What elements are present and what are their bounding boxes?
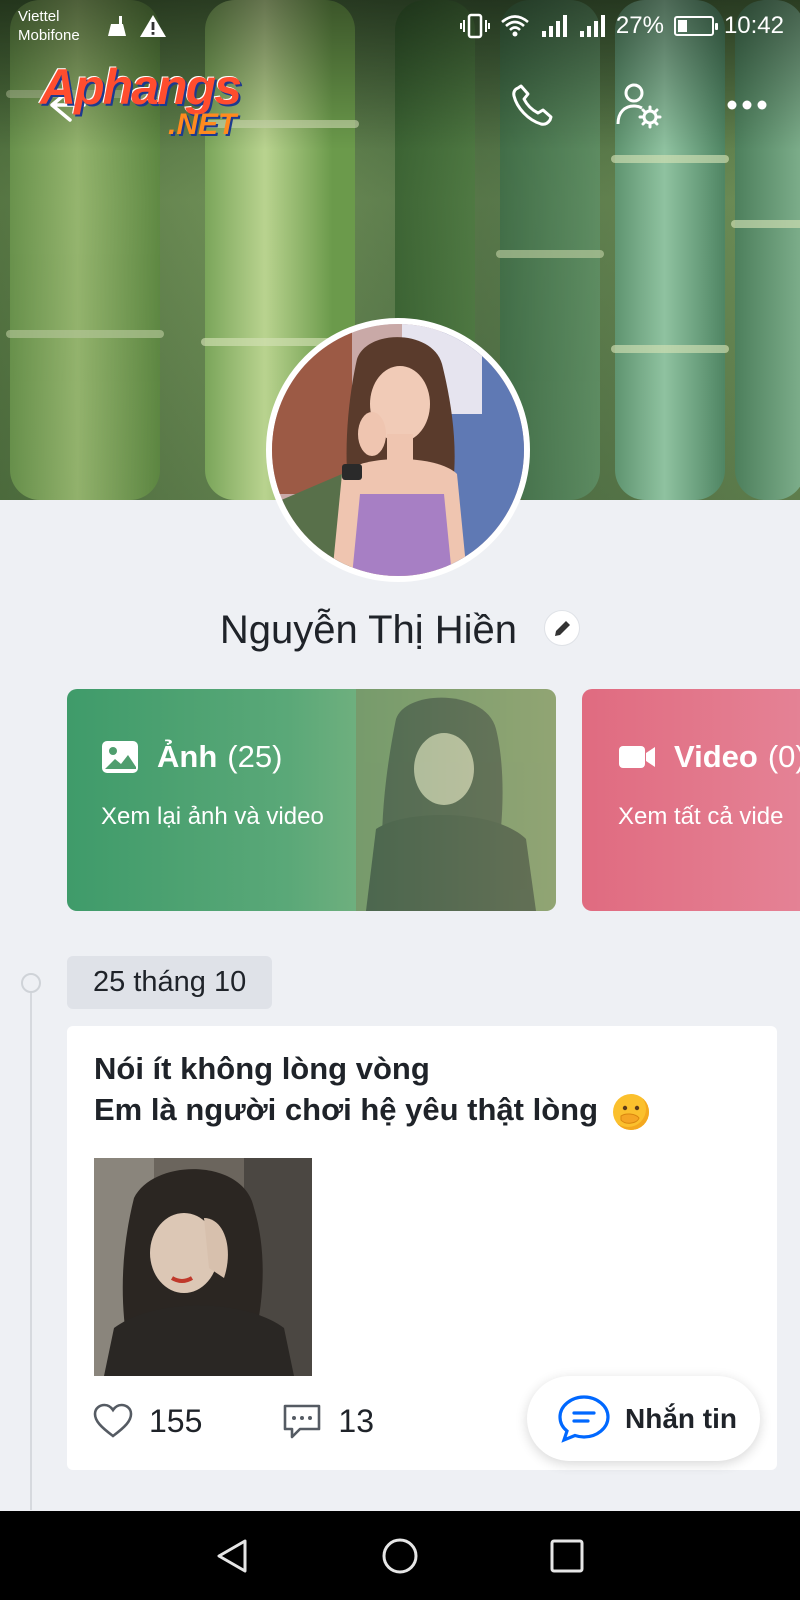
triangle-back-icon (217, 1539, 247, 1572)
nav-back-button[interactable] (203, 1526, 263, 1586)
watermark-logo: Aphangs .NET (40, 58, 280, 148)
edit-name-button[interactable] (544, 610, 581, 647)
profile-name-row: Nguyễn Thị Hiền (0, 606, 800, 653)
system-navigation-bar (0, 1511, 800, 1600)
carrier-name-2: Mobifone (18, 27, 80, 44)
video-count: (0) (767, 739, 800, 774)
post-photo (94, 1158, 312, 1376)
signal-icon-2 (579, 15, 605, 37)
post-line-1: Nói ít không lòng vòng (94, 1051, 430, 1086)
status-right: 27% 10:42 (459, 12, 784, 40)
post-line-2-row: Em là người chơi hệ yêu thật lòng (94, 1089, 649, 1130)
nav-recents-button[interactable] (537, 1526, 597, 1586)
more-options-icon[interactable] (722, 80, 772, 130)
circle-home-icon (382, 1538, 418, 1573)
signal-icon-1 (541, 15, 567, 37)
square-recents-icon (550, 1539, 584, 1572)
profile-screen: Viettel Mobifone 27% 10:42 Aphangs .NET … (0, 0, 800, 1600)
post-text: Nói ít không lòng vòng Em là người chơi … (94, 1048, 649, 1130)
profile-settings-icon[interactable] (614, 80, 664, 130)
profile-avatar[interactable] (266, 318, 530, 582)
warning-icon (140, 15, 166, 37)
photos-card[interactable]: Ảnh (25) Xem lại ảnh và video (67, 689, 556, 911)
video-card-subtitle: Xem tất cả vide (618, 803, 784, 830)
post-line-2: Em là người chơi hệ yêu thật lòng (94, 1092, 599, 1127)
comment-count: 13 (338, 1402, 374, 1439)
battery-percent: 27% (615, 12, 664, 39)
heart-icon (93, 1403, 133, 1438)
like-count: 155 (149, 1402, 203, 1439)
timeline-line (30, 990, 32, 1510)
carrier-info: Viettel Mobifone (18, 7, 80, 45)
photos-card-title: Ảnh (157, 739, 218, 774)
video-camera-icon (619, 746, 655, 768)
chat-bubble-icon (558, 1394, 610, 1443)
battery-icon (673, 16, 718, 36)
watermark-sub: .NET (168, 108, 237, 141)
video-card[interactable]: Video (0) Xem tất cả vide (582, 689, 800, 911)
avatar-photo (272, 324, 524, 576)
wifi-icon (501, 15, 529, 37)
message-button[interactable]: Nhắn tin (527, 1376, 760, 1461)
comment-icon (284, 1404, 321, 1439)
notification-icons (105, 14, 167, 38)
photos-count: (25) (227, 739, 283, 774)
timeline-dot (21, 973, 41, 993)
hand-over-mouth-emoji-icon (612, 1093, 649, 1130)
pencil-icon (555, 621, 571, 637)
clock: 10:42 (723, 12, 784, 39)
comment-button[interactable]: 13 (282, 1402, 374, 1440)
status-bar: Viettel Mobifone 27% 10:42 (0, 0, 800, 52)
post-image[interactable] (94, 1158, 312, 1376)
post-actions: 155 13 (93, 1402, 374, 1440)
photos-card-subtitle: Xem lại ảnh và video (101, 803, 324, 830)
profile-name: Nguyễn Thị Hiền (219, 607, 518, 652)
vibrate-icon (459, 13, 490, 39)
nav-home-button[interactable] (370, 1526, 430, 1586)
date-chip: 25 tháng 10 (67, 956, 273, 1009)
carrier-name-1: Viettel (18, 8, 60, 25)
message-button-label: Nhắn tin (625, 1402, 737, 1434)
like-button[interactable]: 155 (93, 1403, 202, 1440)
image-icon (102, 741, 138, 773)
photos-card-background-image (356, 689, 556, 911)
video-card-title-row: Video (0) (618, 739, 800, 775)
photos-card-title-row: Ảnh (25) (101, 739, 282, 775)
cleaner-notification-icon (108, 16, 126, 36)
video-card-title: Video (674, 739, 758, 774)
phone-icon[interactable] (508, 80, 558, 130)
